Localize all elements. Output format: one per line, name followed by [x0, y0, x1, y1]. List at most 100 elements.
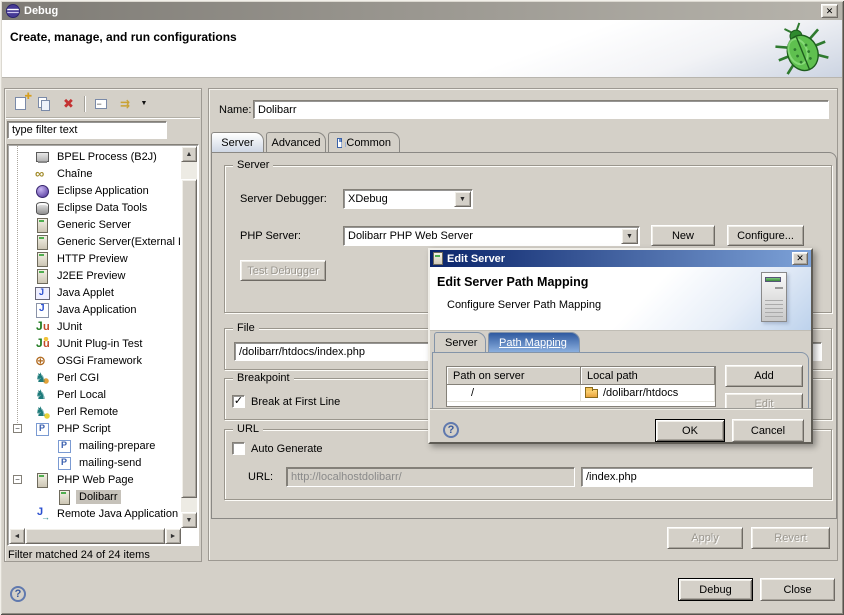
dialog-subheading: Configure Server Path Mapping [447, 299, 601, 311]
filter-input[interactable]: type filter text [7, 121, 167, 139]
break-first-line-checkbox[interactable]: ✓ [232, 395, 245, 408]
server-icon [35, 235, 50, 249]
tree-item-perl-local[interactable]: Perl Local [9, 386, 180, 403]
help-icon[interactable]: ? [10, 586, 26, 602]
tree-item-label: Eclipse Application [54, 184, 152, 198]
test-debugger-button[interactable]: Test Debugger [240, 260, 326, 281]
breakpoint-group-label: Breakpoint [233, 372, 294, 384]
path-on-server-cell: / [447, 385, 581, 401]
server-debugger-select[interactable]: XDebug ▼ [343, 189, 473, 209]
tab-common[interactable]: Common [328, 132, 400, 152]
tree-item-osgi-framework[interactable]: OSGi Framework [9, 352, 180, 369]
delete-icon[interactable]: ✖ [60, 96, 77, 112]
tree-item-remote-java-application[interactable]: Remote Java Application [9, 505, 180, 522]
tree-item-mailing-prepare[interactable]: mailing-prepare [9, 437, 180, 454]
perlc-icon [35, 371, 50, 385]
tree-item-dolibarr[interactable]: Dolibarr [9, 488, 180, 505]
scroll-right-icon[interactable]: ► [165, 528, 181, 544]
new-config-icon[interactable]: ✚ [12, 96, 29, 112]
name-label: Name: [219, 104, 251, 116]
tree-item-perl-remote[interactable]: Perl Remote [9, 403, 180, 420]
tab-path-mapping[interactable]: Path Mapping [488, 332, 580, 352]
edit-server-dialog: Edit Server ✕ Edit Server Path Mapping C… [428, 248, 813, 444]
scroll-down-icon[interactable]: ▼ [181, 512, 197, 528]
tree-horizontal-scrollbar[interactable]: ◄ ► [9, 528, 181, 544]
tree-item-php-script[interactable]: −PHP Script [9, 420, 180, 437]
chevron-down-icon[interactable]: ▼ [454, 191, 471, 207]
expander-minus-icon[interactable]: − [13, 424, 22, 433]
tree-item-generic-server-external-la[interactable]: Generic Server(External La [9, 233, 180, 250]
dropdown-caret-icon[interactable]: ▼ [140, 96, 148, 112]
close-button[interactable]: Close [760, 578, 835, 601]
tree-item-perl-cgi[interactable]: Perl CGI [9, 369, 180, 386]
server-icon [35, 218, 50, 232]
sphere-icon [35, 184, 50, 198]
server-icon [35, 473, 50, 487]
tree-item-label: Perl CGI [54, 371, 102, 385]
tree-item-j2ee-preview[interactable]: J2EE Preview [9, 267, 180, 284]
tree-item-java-applet[interactable]: Java Applet [9, 284, 180, 301]
tab-server[interactable]: Server [434, 332, 486, 352]
tree-item-eclipse-application[interactable]: Eclipse Application [9, 182, 180, 199]
close-icon[interactable]: ✕ [792, 252, 808, 265]
add-mapping-button[interactable]: Add [725, 365, 803, 387]
scroll-left-icon[interactable]: ◄ [9, 528, 25, 544]
help-icon[interactable]: ? [443, 422, 459, 438]
url-label: URL: [248, 471, 273, 483]
file-group-label: File [233, 322, 259, 334]
auto-generate-label: Auto Generate [251, 443, 323, 455]
tab-server[interactable]: Server [211, 132, 264, 152]
collapse-all-icon[interactable]: − [92, 96, 109, 112]
local-path-cell-wrap: /dolibarr/htdocs [581, 385, 715, 401]
apply-button[interactable]: Apply [667, 527, 743, 549]
dialog-titlebar[interactable]: Edit Server ✕ [430, 250, 811, 267]
junitp-icon [35, 337, 50, 351]
tree-item-mailing-send[interactable]: mailing-send [9, 454, 180, 471]
scroll-thumb[interactable] [181, 179, 197, 498]
close-icon[interactable]: ✕ [821, 4, 838, 18]
ok-button[interactable]: OK [655, 419, 725, 442]
new-server-button[interactable]: New [651, 225, 715, 246]
path-mapping-table[interactable]: Path on serverLocal path/ /dolibarr/htdoc… [446, 366, 716, 407]
tree-item-junit-plug-in-test[interactable]: JUnit Plug-in Test [9, 335, 180, 352]
tree-item-label: Chaîne [54, 167, 95, 181]
revert-button[interactable]: Revert [751, 527, 830, 549]
url-path-input[interactable]: /index.php [581, 467, 813, 487]
tree-item-label: mailing-prepare [76, 439, 158, 453]
mapping-row[interactable]: / /dolibarr/htdocs [447, 385, 715, 402]
tree-item-eclipse-data-tools[interactable]: Eclipse Data Tools [9, 199, 180, 216]
tab-advanced[interactable]: Advanced [266, 132, 326, 152]
cancel-button[interactable]: Cancel [732, 419, 804, 442]
php-server-select[interactable]: Dolibarr PHP Web Server ▼ [343, 226, 640, 246]
server-icon [35, 269, 50, 283]
chevron-down-icon[interactable]: ▼ [621, 228, 638, 244]
tree-item-bpel-process-b2j[interactable]: BPEL Process (B2J) [9, 148, 180, 165]
configure-button[interactable]: Configure... [727, 225, 804, 246]
tree-item-http-preview[interactable]: HTTP Preview [9, 250, 180, 267]
duplicate-icon[interactable] [36, 96, 53, 112]
window-titlebar[interactable]: Debug ✕ [2, 2, 842, 20]
configurations-panel: ✚ ✖ − ⇉ ▼ type filter text BPEL Process … [4, 88, 202, 562]
tree-item-java-application[interactable]: Java Application [9, 301, 180, 318]
local-path-cell: /dolibarr/htdocs [603, 387, 678, 399]
tree-item-junit[interactable]: JUnit [9, 318, 180, 335]
php-server-value: Dolibarr PHP Web Server [348, 230, 473, 242]
column-header-local-path[interactable]: Local path [581, 367, 715, 385]
debug-button[interactable]: Debug [678, 578, 753, 601]
tree-item-cha-ne[interactable]: Chaîne [9, 165, 180, 182]
tree-item-php-web-page[interactable]: −PHP Web Page [9, 471, 180, 488]
scroll-thumb[interactable] [25, 528, 165, 544]
java-icon [35, 303, 50, 317]
tree-item-generic-server[interactable]: Generic Server [9, 216, 180, 233]
column-header-path-on-server[interactable]: Path on server [447, 367, 581, 385]
name-input[interactable]: Dolibarr [253, 100, 829, 119]
junit-icon [35, 320, 50, 334]
tree-vertical-scrollbar[interactable]: ▲ ▼ [181, 146, 197, 528]
server-group-label: Server [233, 159, 273, 171]
chain-icon [35, 167, 50, 181]
scroll-up-icon[interactable]: ▲ [181, 146, 197, 162]
expander-minus-icon[interactable]: − [13, 475, 22, 484]
auto-generate-checkbox[interactable] [232, 442, 245, 455]
filter-icon[interactable]: ⇉ [116, 96, 133, 112]
url-path-text: /index.php [586, 471, 637, 483]
